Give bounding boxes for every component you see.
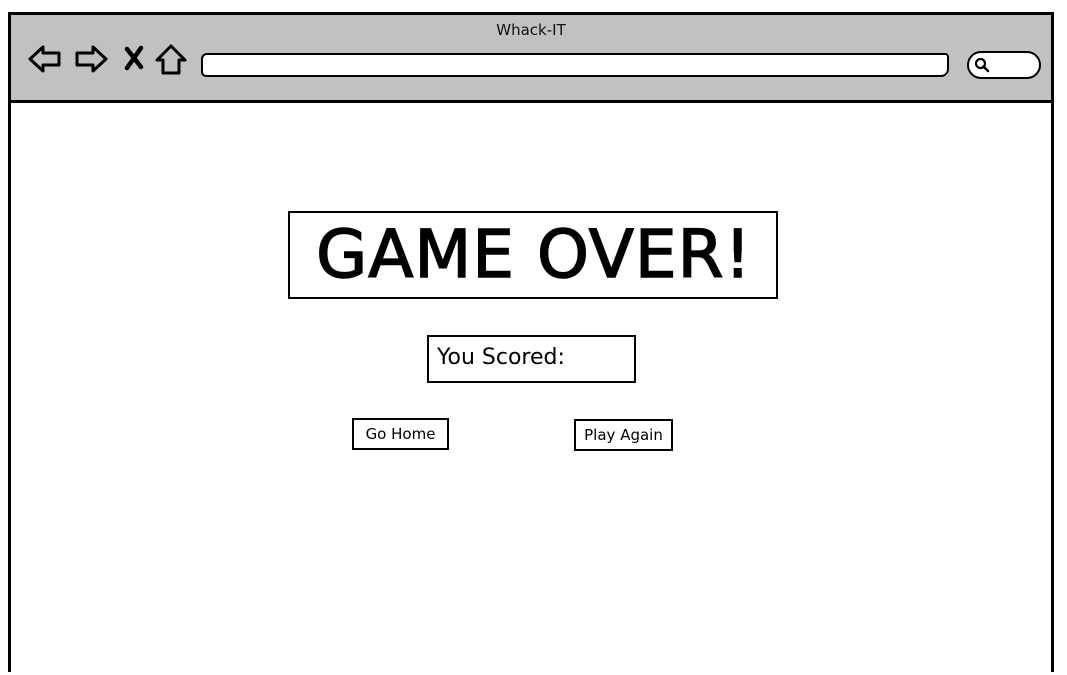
go-home-button[interactable]: Go Home — [352, 418, 449, 450]
search-field[interactable] — [967, 51, 1041, 79]
home-icon[interactable] — [153, 41, 189, 77]
window-title: Whack-IT — [496, 21, 566, 39]
play-again-button[interactable]: Play Again — [574, 419, 673, 451]
game-over-heading: GAME OVER! — [315, 216, 752, 293]
search-icon — [974, 57, 990, 73]
score-label: You Scored: — [437, 345, 565, 370]
page-content: GAME OVER! You Scored: Go Home Play Agai… — [11, 103, 1051, 675]
address-bar[interactable] — [201, 53, 949, 77]
back-arrow-icon[interactable] — [27, 41, 63, 77]
stop-icon[interactable] — [119, 41, 149, 77]
score-display: You Scored: — [427, 335, 636, 383]
game-over-banner: GAME OVER! — [288, 211, 778, 299]
browser-toolbar: Whack-IT — [11, 15, 1051, 103]
forward-arrow-icon[interactable] — [73, 41, 109, 77]
browser-window: Whack-IT GAME OVER! You Scored: Go Home … — [8, 12, 1054, 672]
